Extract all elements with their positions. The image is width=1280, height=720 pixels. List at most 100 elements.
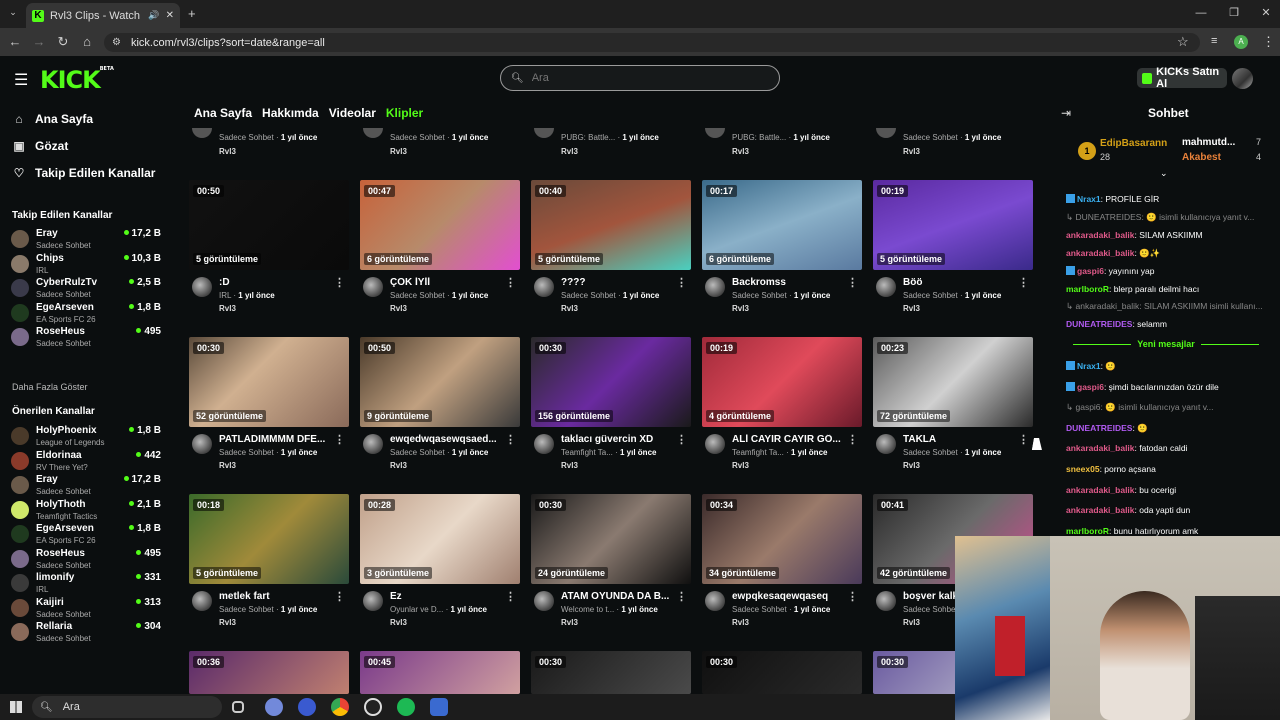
sidebar-channel[interactable]: RoseHeus Sadece Sohbet 495 [11, 326, 161, 352]
clip-options-icon[interactable]: ⋮ [847, 276, 858, 289]
clip-thumbnail[interactable]: 00:30 [702, 651, 862, 694]
clip-card[interactable]: 00:23 72 görüntüleme TAKLA Sadece Sohbet · … [873, 337, 1033, 477]
forward-icon[interactable]: → [30, 33, 48, 51]
sidebar-channel[interactable]: Kaijiri Sadece Sohbet 313 [11, 597, 161, 623]
clip-channel[interactable]: Rvl3 [732, 304, 749, 313]
profile-icon[interactable]: A [1234, 35, 1248, 49]
clip-title[interactable]: Ez [390, 591, 502, 602]
clip-channel[interactable]: Rvl3 [219, 147, 236, 156]
chat-username[interactable]: ankaradaki_balik [1066, 248, 1135, 258]
sidebar-channel[interactable]: Chips IRL 10,3 B [11, 253, 161, 279]
show-more-link[interactable]: Daha Fazla Göster [12, 382, 88, 392]
clip-thumbnail[interactable]: 00:19 5 görüntüleme [873, 180, 1033, 270]
taskbar-search[interactable]: 🔍︎ Ara [32, 696, 222, 718]
clip-title[interactable]: Backromss [732, 277, 844, 288]
clip-channel[interactable]: Rvl3 [903, 461, 920, 470]
discord-icon[interactable] [265, 698, 283, 716]
clip-thumbnail[interactable]: 00:30 52 görüntüleme [189, 337, 349, 427]
obs-icon[interactable] [364, 698, 382, 716]
chat-username[interactable]: ankaradaki_balik [1066, 485, 1135, 495]
browser-menu-icon[interactable]: ⋮ [1262, 34, 1275, 50]
clip-card[interactable]: 00:30 [531, 651, 691, 694]
sidebar-nav-browse[interactable]: ▣ Gözat [12, 139, 68, 153]
clip-thumbnail[interactable]: 00:17 6 görüntüleme [702, 180, 862, 270]
media-control-icon[interactable]: ≡ [1211, 35, 1217, 47]
window-close-icon[interactable]: ✕ [1259, 6, 1273, 20]
sidebar-channel[interactable]: RoseHeus Sadece Sohbet 495 [11, 548, 161, 574]
windows-start-icon[interactable] [10, 701, 22, 713]
clip-title[interactable]: ALİ CAYIR CAYIR GÖ... [732, 434, 844, 445]
clip-avatar[interactable] [534, 434, 554, 454]
minimize-icon[interactable]: — [1194, 6, 1208, 20]
clip-title[interactable]: ÇOK İYİİ [390, 277, 502, 288]
clip-card[interactable]: 00:19 5 görüntüleme Böö Sadece Sohbet · 1 y… [873, 180, 1033, 320]
back-icon[interactable]: ← [6, 33, 24, 51]
clip-thumbnail[interactable]: 00:36 [189, 651, 349, 694]
tab-home[interactable]: Ana Sayfa [194, 106, 252, 120]
chat-username[interactable]: ankaradaki_balik [1066, 505, 1135, 515]
tab-clips[interactable]: Klipler [386, 106, 423, 120]
clip-card[interactable]: 00:19 4 görüntüleme ALİ CAYIR CAYIR GÖ... T… [702, 337, 862, 477]
tab-about[interactable]: Hakkımda [262, 106, 319, 120]
clip-channel[interactable]: Rvl3 [732, 618, 749, 627]
tab-close-icon[interactable]: ✕ [166, 10, 174, 21]
home-browser-icon[interactable]: ⌂ [78, 33, 96, 51]
sidebar-channel[interactable]: Eray Sadece Sohbet 17,2 B [11, 228, 161, 254]
clip-channel[interactable]: Rvl3 [903, 147, 920, 156]
clip-card[interactable]: 00:45 [360, 651, 520, 694]
tab-list-icon[interactable]: ⌄ [6, 7, 20, 21]
url-field[interactable]: ⚙ kick.com/rvl3/clips?sort=date&range=al… [104, 33, 1200, 52]
clip-thumbnail[interactable]: 00:30 156 görüntüleme [531, 337, 691, 427]
clip-avatar[interactable] [192, 277, 212, 297]
sidebar-channel[interactable]: HolyPhoenix League of Legends 1,8 B [11, 425, 161, 451]
clip-avatar[interactable] [363, 128, 383, 138]
clip-avatar[interactable] [876, 128, 896, 138]
hamburger-menu-icon[interactable]: ☰ [14, 70, 28, 90]
clip-thumbnail[interactable]: 00:28 3 görüntüleme [360, 494, 520, 584]
sidebar-channel[interactable]: limonify IRL 331 [11, 572, 161, 598]
chat-username[interactable]: Nrax1 [1077, 361, 1101, 371]
clip-title[interactable]: ewpqkesaqewqaseq [732, 591, 844, 602]
clip-avatar[interactable] [192, 591, 212, 611]
clip-options-icon[interactable]: ⋮ [334, 433, 345, 446]
sidebar-channel[interactable]: CyberRulzTv Sadece Sohbet 2,5 B [11, 277, 161, 303]
clip-thumbnail[interactable]: 00:18 5 görüntüleme [189, 494, 349, 584]
clip-avatar[interactable] [534, 277, 554, 297]
expand-leaderboard-icon[interactable]: ⌄ [1160, 168, 1168, 179]
sidebar-nav-home[interactable]: ⌂ Ana Sayfa [12, 112, 93, 126]
chat-username[interactable]: marlboroR [1066, 284, 1109, 294]
clip-channel[interactable]: Rvl3 [732, 147, 749, 156]
maximize-icon[interactable]: ❐ [1227, 6, 1241, 20]
clip-title[interactable]: :D [219, 277, 331, 288]
clip-card[interactable]: 00:30 24 görüntüleme ATAM OYUNDA DA B... We… [531, 494, 691, 634]
clip-card[interactable]: 00:40 5 görüntüleme???? Sadece Sohbet · 1 … [531, 180, 691, 320]
clip-avatar[interactable] [876, 591, 896, 611]
clip-channel[interactable]: Rvl3 [903, 618, 920, 627]
clip-avatar[interactable] [705, 434, 725, 454]
clip-thumbnail[interactable]: 00:45 [360, 651, 520, 694]
sidebar-channel[interactable]: HolyThoth Teamfight Tactics 2,1 B [11, 499, 161, 525]
clip-thumbnail[interactable]: 00:30 24 görüntüleme [531, 494, 691, 584]
clip-options-icon[interactable]: ⋮ [505, 433, 516, 446]
new-tab-icon[interactable]: + [188, 6, 196, 21]
taskview-icon[interactable] [232, 701, 244, 713]
clip-options-icon[interactable]: ⋮ [847, 433, 858, 446]
chat-username[interactable]: gaspi6 [1077, 382, 1104, 392]
clip-channel[interactable]: Rvl3 [219, 618, 236, 627]
clip-channel[interactable]: Rvl3 [561, 147, 578, 156]
clip-thumbnail[interactable]: 00:50 5 görüntüleme [189, 180, 349, 270]
clip-title[interactable]: metlek fart [219, 591, 331, 602]
app2-icon[interactable] [430, 698, 448, 716]
sidebar-channel[interactable]: EgeArseven EA Sports FC 26 1,8 B [11, 302, 161, 328]
clip-avatar[interactable] [534, 591, 554, 611]
clip-thumbnail[interactable]: 00:23 72 görüntüleme [873, 337, 1033, 427]
clip-card[interactable]: 00:36 [189, 651, 349, 694]
clip-avatar[interactable] [192, 434, 212, 454]
sidebar-nav-following[interactable]: ♡ Takip Edilen Kanallar [12, 166, 156, 180]
chat-username[interactable]: marlboroR [1066, 526, 1109, 536]
clip-avatar[interactable] [876, 277, 896, 297]
clip-avatar[interactable] [534, 128, 554, 138]
clip-channel[interactable]: Rvl3 [390, 461, 407, 470]
clip-options-icon[interactable]: ⋮ [847, 590, 858, 603]
clip-card[interactable]: 00:17 6 görüntüleme Backromss Sadece Sohbet… [702, 180, 862, 320]
